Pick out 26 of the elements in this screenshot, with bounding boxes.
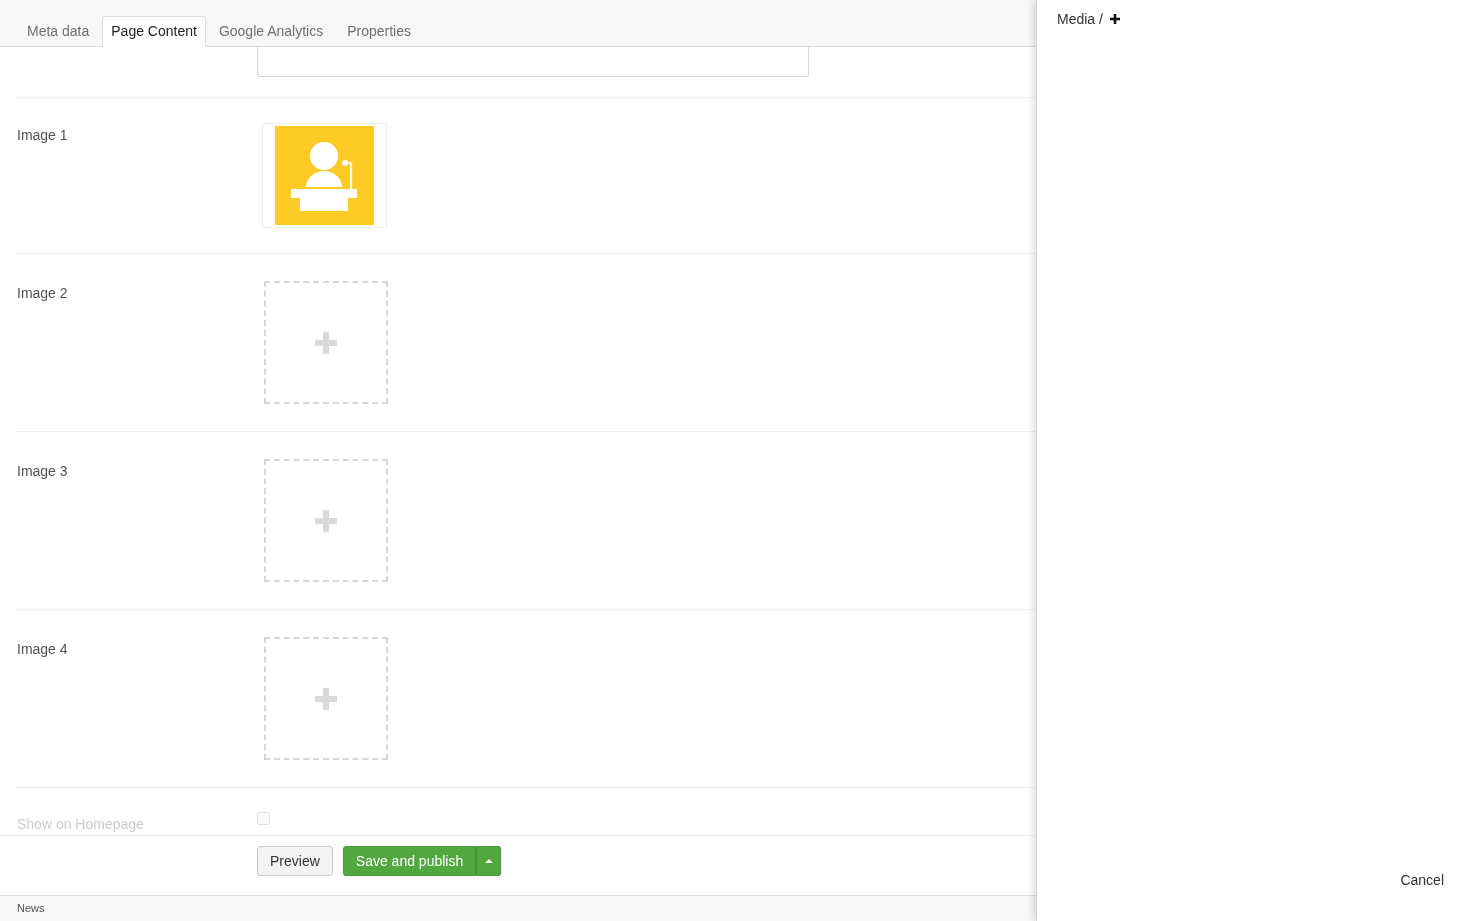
tab[interactable]: Meta data [16, 16, 101, 46]
cancel-button[interactable]: Cancel [1400, 870, 1444, 891]
field-label: Image 3 [17, 463, 68, 479]
plus-icon [315, 331, 337, 354]
preview-button[interactable]: Preview [257, 846, 333, 876]
plus-icon [315, 687, 337, 710]
text-field[interactable] [257, 47, 809, 77]
field-label: Image 1 [17, 127, 68, 143]
add-image-button[interactable] [264, 459, 388, 582]
dropdown-toggle-button[interactable] [476, 846, 502, 876]
checkbox[interactable] [257, 812, 270, 825]
tab[interactable]: Page Content [102, 16, 206, 47]
plus-icon [315, 509, 337, 532]
breadcrumb-link[interactable]: News [17, 900, 45, 917]
person-at-lectern-icon [275, 126, 374, 225]
field-label: Image 4 [17, 641, 68, 657]
panel-title: Media / [1057, 10, 1103, 28]
plus-icon [1109, 14, 1120, 24]
caret-up-icon [484, 859, 493, 863]
add-folder-button[interactable] [1109, 14, 1120, 24]
add-image-button[interactable] [264, 637, 388, 760]
tab[interactable]: Properties [336, 16, 422, 46]
field-label: Image 2 [17, 285, 68, 301]
add-image-button[interactable] [264, 281, 388, 404]
tab[interactable]: Google Analytics [207, 16, 335, 46]
image-thumbnail[interactable] [262, 123, 387, 228]
